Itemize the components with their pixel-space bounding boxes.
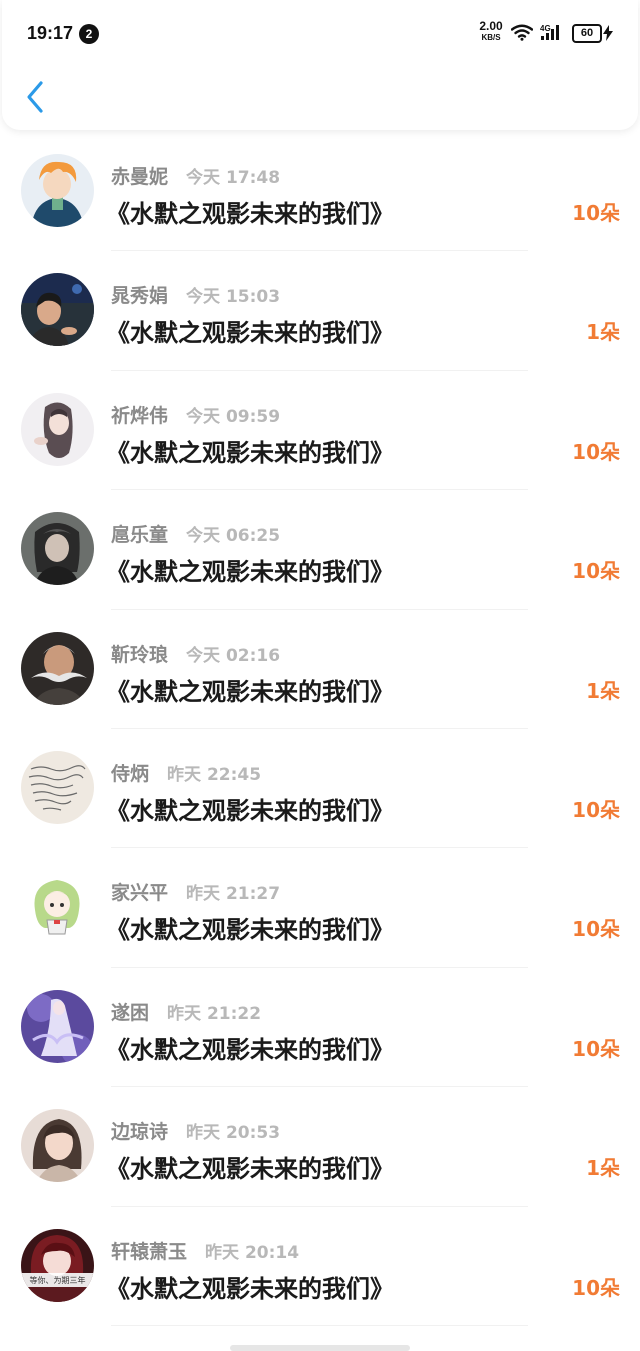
gift-amount: 1朵 xyxy=(586,678,620,703)
handwriting-note-avatar xyxy=(21,750,94,824)
list-item[interactable]: 遂困 昨天 21:22 《水默之观影未来的我们》 10朵 xyxy=(0,968,640,1088)
timestamp: 今天 17:48 xyxy=(186,168,281,188)
avatar[interactable]: 等你、为期三年 xyxy=(21,1228,94,1302)
avatar[interactable] xyxy=(21,512,94,586)
gift-amount: 10朵 xyxy=(572,797,620,822)
list-item[interactable]: 晁秀娟 今天 15:03 《水默之观影未来的我们》 1朵 xyxy=(0,251,640,371)
gift-amount: 10朵 xyxy=(572,917,620,942)
list-item[interactable]: 边琼诗 昨天 20:53 《水默之观影未来的我们》 1朵 xyxy=(0,1087,640,1207)
mustache-man-avatar xyxy=(21,631,94,705)
timestamp: 昨天 20:53 xyxy=(186,1123,281,1144)
work-title: 《水默之观影未来的我们》 xyxy=(106,1035,394,1064)
timestamp: 今天 06:25 xyxy=(186,526,281,547)
avatar[interactable] xyxy=(21,273,94,347)
avatar[interactable] xyxy=(21,989,94,1063)
gift-amount: 1朵 xyxy=(586,1156,620,1181)
sender-name: 轩辕萧玉 xyxy=(111,1240,188,1263)
sender-name-line: 晁秀娟 今天 15:03 xyxy=(111,281,280,308)
timestamp: 昨天 22:45 xyxy=(167,764,262,785)
sender-name-line: 轩辕萧玉 昨天 20:14 xyxy=(111,1237,299,1264)
gift-amount: 10朵 xyxy=(572,439,620,464)
avatar[interactable] xyxy=(21,154,94,227)
timestamp: 昨天 20:14 xyxy=(205,1242,300,1263)
gift-record-list: 赤曼妮 今天 17:48 《水默之观影未来的我们》 10朵 晁秀娟 今天 15:03… xyxy=(0,132,640,1326)
top-nav-bar xyxy=(2,0,638,130)
sender-name-line: 祈烨伟 今天 09:59 xyxy=(111,401,280,428)
sender-name: 祈烨伟 xyxy=(111,404,169,427)
gift-amount: 10朵 xyxy=(572,1275,620,1300)
night-portrait-avatar xyxy=(21,273,94,347)
gift-amount: 10朵 xyxy=(572,201,620,225)
avatar[interactable] xyxy=(21,631,94,705)
orange-hair-boy-avatar xyxy=(21,154,94,227)
sender-name: 靳玲琅 xyxy=(111,643,169,666)
list-item[interactable]: 扈乐童 今天 06:25 《水默之观影未来的我们》 10朵 xyxy=(0,490,640,610)
back-button[interactable] xyxy=(24,80,50,114)
girl-selfie-avatar xyxy=(21,1109,94,1183)
sender-name-line: 家兴平 昨天 21:27 xyxy=(111,878,280,905)
avatar[interactable] xyxy=(21,870,94,944)
list-item[interactable]: 靳玲琅 今天 02:16 《水默之观影未来的我们》 1朵 xyxy=(0,610,640,729)
sender-name: 扈乐童 xyxy=(111,524,169,547)
list-item[interactable]: 家兴平 昨天 21:27 《水默之观影未来的我们》 10朵 xyxy=(0,848,640,968)
work-title: 《水默之观影未来的我们》 xyxy=(106,558,394,587)
work-title: 《水默之观影未来的我们》 xyxy=(106,319,394,348)
avatar[interactable] xyxy=(21,1109,94,1183)
green-hair-chibi-avatar xyxy=(21,870,94,944)
chevron-left-icon xyxy=(27,81,43,113)
svg-text:等你、为期三年: 等你、为期三年 xyxy=(30,1275,86,1285)
work-title: 《水默之观影未来的我们》 xyxy=(106,677,394,706)
sender-name: 赤曼妮 xyxy=(111,166,169,188)
avatar[interactable] xyxy=(21,750,94,824)
timestamp: 今天 09:59 xyxy=(186,406,281,427)
sender-name-line: 边琼诗 昨天 20:53 xyxy=(111,1117,280,1144)
sender-name: 遂困 xyxy=(111,1001,150,1024)
avatar[interactable] xyxy=(21,392,94,466)
list-item[interactable]: 侍炳 昨天 22:45 《水默之观影未来的我们》 10朵 xyxy=(0,729,640,849)
sender-name-line: 侍炳 昨天 22:45 xyxy=(111,759,261,786)
work-title: 《水默之观影未来的我们》 xyxy=(106,1155,394,1184)
list-item[interactable]: 赤曼妮 今天 17:48 《水默之观影未来的我们》 10朵 xyxy=(0,132,640,252)
timestamp: 今天 15:03 xyxy=(186,287,281,308)
work-title: 《水默之观影未来的我们》 xyxy=(106,200,394,228)
braided-hair-avatar xyxy=(21,512,94,586)
timestamp: 今天 02:16 xyxy=(186,645,281,666)
work-title: 《水默之观影未来的我们》 xyxy=(106,438,394,467)
sender-name-line: 遂困 昨天 21:22 xyxy=(111,998,261,1025)
timestamp: 昨天 21:22 xyxy=(167,1003,262,1024)
girl-illustration-avatar xyxy=(21,392,94,466)
sender-name-line: 赤曼妮 今天 17:48 xyxy=(111,162,280,189)
work-title: 《水默之观影未来的我们》 xyxy=(106,916,394,945)
sender-name-line: 扈乐童 今天 06:25 xyxy=(111,520,280,547)
list-item[interactable]: 祈烨伟 今天 09:59 《水默之观影未来的我们》 10朵 xyxy=(0,371,640,491)
sender-name: 晁秀娟 xyxy=(111,285,169,308)
sender-name: 家兴平 xyxy=(111,882,169,905)
home-indicator[interactable] xyxy=(230,1345,410,1351)
sender-name-line: 靳玲琅 今天 02:16 xyxy=(111,640,280,667)
sender-name: 边琼诗 xyxy=(111,1121,169,1144)
work-title: 《水默之观影未来的我们》 xyxy=(106,1274,394,1303)
red-doll-avatar: 等你、为期三年 xyxy=(21,1228,94,1302)
gift-amount: 1朵 xyxy=(586,320,620,345)
row-divider xyxy=(111,1324,528,1326)
sender-name: 侍炳 xyxy=(111,762,150,785)
gift-amount: 10朵 xyxy=(572,1036,620,1061)
work-title: 《水默之观影未来的我们》 xyxy=(106,796,394,825)
gift-amount: 10朵 xyxy=(572,559,620,584)
list-item[interactable]: 等你、为期三年 轩辕萧玉 昨天 20:14 《水默之观影未来的我们》 10朵 xyxy=(0,1207,640,1326)
purple-fairy-avatar xyxy=(21,989,94,1063)
timestamp: 昨天 21:27 xyxy=(186,884,281,905)
